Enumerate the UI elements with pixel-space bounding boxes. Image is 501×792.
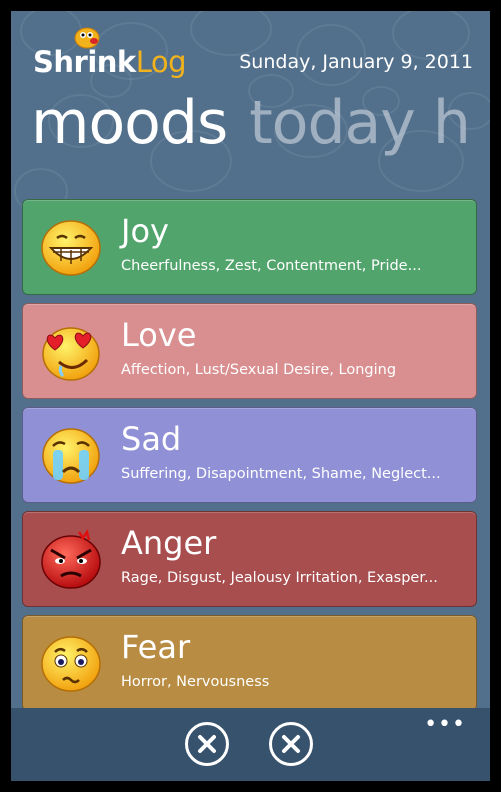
heart-eyes-face-icon bbox=[42, 327, 100, 381]
mood-card-fear[interactable]: Fear Horror, Nervousness bbox=[22, 615, 477, 711]
mood-subtitle: Affection, Lust/Sexual Desire, Longing bbox=[121, 362, 397, 378]
mood-subtitle: Rage, Disgust, Jealousy Irritation, Exas… bbox=[121, 570, 438, 586]
mood-card-love[interactable]: Love Affection, Lust/Sexual Desire, Long… bbox=[22, 303, 477, 399]
crying-face-icon bbox=[42, 428, 100, 484]
close-icon bbox=[198, 735, 216, 753]
mood-card-anger[interactable]: Anger Rage, Disgust, Jealousy Irritation… bbox=[22, 511, 477, 607]
logo-text-log: Log bbox=[135, 45, 187, 79]
close-icon bbox=[282, 735, 300, 753]
more-menu-button[interactable]: ••• bbox=[424, 712, 466, 737]
mood-subtitle: Horror, Nervousness bbox=[121, 674, 270, 690]
worried-face-icon bbox=[41, 636, 101, 692]
pivot-item-today[interactable]: today h bbox=[249, 88, 471, 158]
appbar-cancel-button-1[interactable] bbox=[185, 722, 229, 766]
mood-name: Love bbox=[121, 316, 197, 354]
current-date: Sunday, January 9, 2011 bbox=[239, 51, 473, 73]
app-logo: ShrinkLog bbox=[33, 45, 187, 79]
mood-name: Anger bbox=[121, 524, 217, 562]
phone-screen: ShrinkLog Sunday, January 9, 2011 moods t… bbox=[11, 11, 490, 781]
grinning-face-icon bbox=[41, 220, 101, 276]
logo-text-shrink: Shrink bbox=[33, 45, 136, 79]
mood-name: Fear bbox=[121, 628, 191, 666]
mood-subtitle: Cheerfulness, Zest, Contentment, Pride..… bbox=[121, 258, 422, 274]
appbar-cancel-button-2[interactable] bbox=[269, 722, 313, 766]
mood-card-joy[interactable]: Joy Cheerfulness, Zest, Contentment, Pri… bbox=[22, 199, 477, 295]
mood-name: Joy bbox=[121, 212, 169, 250]
angry-face-icon bbox=[41, 528, 101, 589]
application-bar: ••• bbox=[11, 708, 490, 781]
mood-subtitle: Suffering, Disapointment, Shame, Neglect… bbox=[121, 466, 441, 482]
mood-name: Sad bbox=[121, 420, 182, 458]
pivot-header: moods today h bbox=[31, 93, 471, 153]
mood-card-sad[interactable]: Sad Suffering, Disapointment, Shame, Neg… bbox=[22, 407, 477, 503]
pivot-item-moods[interactable]: moods bbox=[31, 88, 228, 158]
mood-list: Joy Cheerfulness, Zest, Contentment, Pri… bbox=[22, 199, 477, 719]
logo-mascot-icon bbox=[74, 27, 100, 49]
